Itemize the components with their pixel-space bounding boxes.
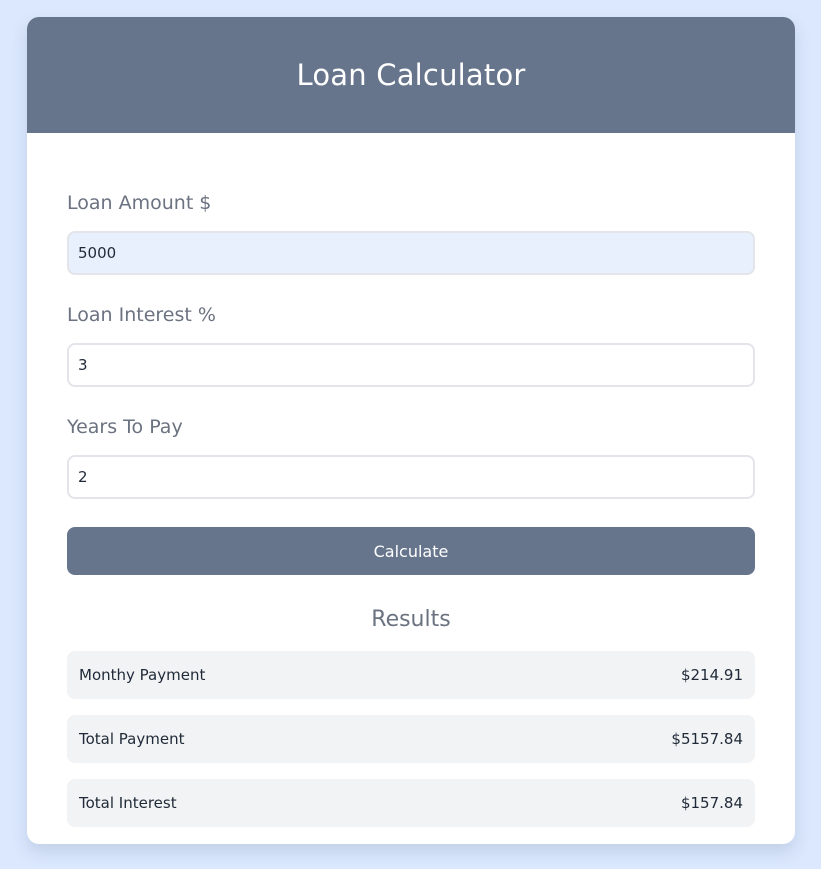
result-value: $157.84 bbox=[680, 794, 743, 812]
result-label: Total Payment bbox=[79, 730, 185, 748]
results-title: Results bbox=[371, 607, 451, 632]
result-value: $214.91 bbox=[680, 666, 743, 684]
loan-interest-input[interactable] bbox=[67, 343, 755, 387]
result-label: Monthy Payment bbox=[79, 666, 206, 684]
result-value: $5157.84 bbox=[671, 730, 743, 748]
card-body: Loan Amount $ Loan Interest % Years To P… bbox=[27, 133, 795, 827]
result-row-monthly-payment: Monthy Payment $214.91 bbox=[67, 651, 755, 699]
loan-calculator-card: Loan Calculator Loan Amount $ Loan Inter… bbox=[27, 17, 795, 844]
loan-interest-label: Loan Interest % bbox=[67, 304, 216, 326]
years-to-pay-input[interactable] bbox=[67, 455, 755, 499]
result-row-total-payment: Total Payment $5157.84 bbox=[67, 715, 755, 763]
loan-amount-label: Loan Amount $ bbox=[67, 192, 212, 214]
loan-amount-input[interactable] bbox=[67, 231, 755, 275]
card-header: Loan Calculator bbox=[27, 17, 795, 133]
result-row-total-interest: Total Interest $157.84 bbox=[67, 779, 755, 827]
calculate-button[interactable]: Calculate bbox=[67, 527, 755, 575]
page-title: Loan Calculator bbox=[296, 58, 526, 92]
result-label: Total Interest bbox=[79, 794, 177, 812]
years-to-pay-label: Years To Pay bbox=[67, 416, 183, 438]
